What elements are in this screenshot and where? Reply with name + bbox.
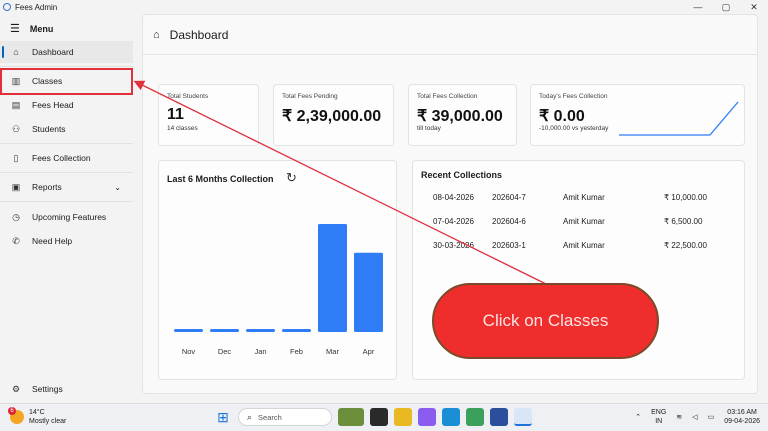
region-code: IN — [655, 418, 663, 425]
store-app-icon[interactable] — [490, 408, 508, 426]
wifi-icon[interactable]: ≋ — [676, 413, 682, 421]
file-explorer-icon[interactable] — [394, 408, 412, 426]
taskbar: 6 14°C Mostly clear ⊞ ⌕ Search ⌃ ENG IN … — [0, 403, 768, 431]
weather-desc: Mostly clear — [29, 418, 67, 425]
photos-app-icon[interactable] — [466, 408, 484, 426]
task-view-icon[interactable] — [370, 408, 388, 426]
language-indicator[interactable]: ENG IN — [651, 408, 666, 426]
notification-badge: 6 — [8, 407, 16, 415]
taskbar-search[interactable]: ⌕ Search — [238, 408, 332, 426]
clock-date: 09-04-2026 — [724, 418, 760, 425]
chevron-up-icon[interactable]: ⌃ — [635, 413, 641, 421]
copilot-icon[interactable] — [418, 408, 436, 426]
start-menu-icon[interactable]: ⊞ — [214, 408, 232, 426]
widgets-icon[interactable] — [338, 408, 364, 426]
weather-temp: 14°C — [29, 409, 45, 416]
volume-icon[interactable]: ◁ — [692, 413, 697, 421]
battery-icon[interactable]: ▭ — [708, 413, 715, 421]
fees-admin-app-icon[interactable] — [514, 408, 532, 426]
click-on-classes-callout: Click on Classes — [432, 283, 659, 359]
clock[interactable]: 03:16 AM 09-04-2026 — [724, 408, 760, 426]
clock-time: 03:16 AM — [727, 409, 757, 416]
search-placeholder: Search — [258, 412, 282, 422]
weather-widget[interactable]: 6 14°C Mostly clear — [8, 407, 67, 426]
language-code: ENG — [651, 409, 667, 416]
edge-browser-icon[interactable] — [442, 408, 460, 426]
weather-icon: 6 — [8, 407, 24, 424]
annotation-arrow — [133, 80, 547, 285]
callout-text: Click on Classes — [482, 311, 609, 330]
search-icon: ⌕ — [247, 411, 253, 422]
